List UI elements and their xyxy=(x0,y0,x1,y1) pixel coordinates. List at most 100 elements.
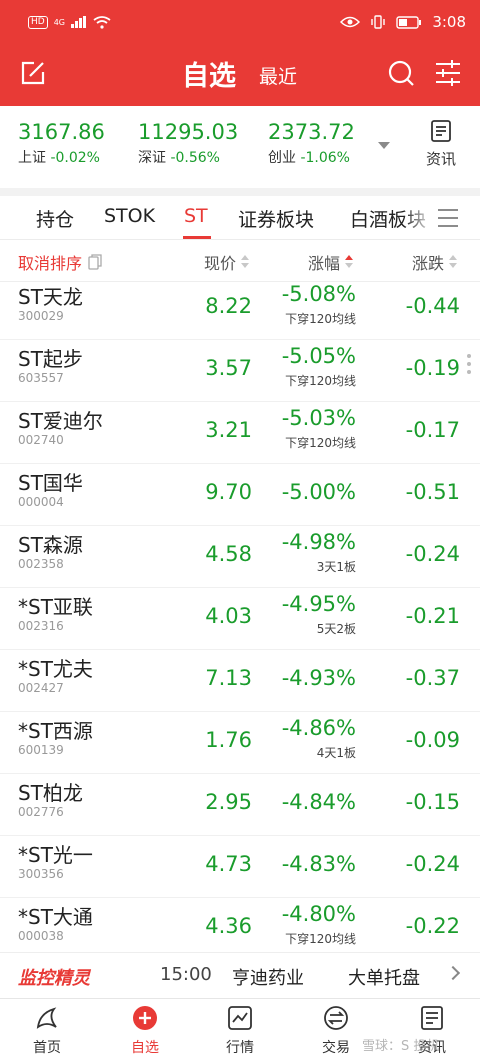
stock-price: 4.58 xyxy=(205,542,252,566)
tab-fade xyxy=(404,196,434,239)
column-change-pct-label: 涨幅 xyxy=(308,254,341,273)
stock-change: -0.15 xyxy=(405,790,460,814)
stock-row[interactable]: *ST西源 600139 1.76 -4.86% -0.09 4天1板 xyxy=(0,712,480,774)
network-badge: HD xyxy=(28,15,48,29)
column-price[interactable]: 现价 xyxy=(204,250,250,274)
stock-name: *ST大通 xyxy=(18,905,93,929)
tab-st[interactable]: ST xyxy=(184,205,208,227)
stock-change: -0.22 xyxy=(405,914,460,938)
news-button[interactable]: 资讯 xyxy=(420,120,462,169)
chart-icon xyxy=(228,1006,252,1030)
divider xyxy=(0,188,480,196)
stock-row[interactable]: *ST光一 300356 4.73 -4.83% -0.24 xyxy=(0,836,480,898)
copy-icon xyxy=(88,254,102,270)
stock-change-pct: -5.00% xyxy=(281,480,356,504)
stock-price: 8.22 xyxy=(205,294,252,318)
status-bar: HD 4G 3:08 xyxy=(0,0,480,44)
column-change[interactable]: 涨跌 xyxy=(412,250,458,274)
stock-change-pct: -5.08% xyxy=(281,282,356,306)
index-strip: 3167.86 上证 -0.02% 11295.03 深证 -0.56% 237… xyxy=(0,106,480,188)
index-shenzhen[interactable]: 11295.03 深证 -0.56% xyxy=(138,120,238,167)
stock-signal-tag: 5天2板 xyxy=(316,622,356,636)
home-icon xyxy=(36,1007,57,1029)
stock-change-pct: -5.03% xyxy=(281,406,356,430)
stock-code: 000004 xyxy=(18,495,64,509)
stock-row[interactable]: ST天龙 300029 8.22 -5.08% -0.44 下穿120均线 xyxy=(0,282,480,340)
stock-signal-tag: 下穿120均线 xyxy=(285,436,356,450)
stock-name: *ST亚联 xyxy=(18,595,93,619)
stock-code: 603557 xyxy=(18,371,64,385)
stock-change: -0.21 xyxy=(405,604,460,628)
index-change: -0.02% xyxy=(50,150,100,166)
monitor-bar[interactable]: 监控精灵 15:00 亨迪药业 大单托盘 xyxy=(0,952,480,998)
monitor-time: 15:00 xyxy=(160,964,212,985)
sort-icon xyxy=(449,255,458,269)
plus-circle-icon xyxy=(133,1006,157,1030)
stock-change-pct: -4.95% xyxy=(281,592,356,616)
stock-price: 3.57 xyxy=(205,356,252,380)
stock-signal-tag: 下穿120均线 xyxy=(285,374,356,388)
stock-row[interactable]: ST柏龙 002776 2.95 -4.84% -0.15 xyxy=(0,774,480,836)
search-icon[interactable] xyxy=(387,59,415,87)
scroll-handle[interactable] xyxy=(466,354,472,378)
nav-label: 交易 xyxy=(322,1040,350,1056)
cancel-sort-button[interactable]: 取消排序 xyxy=(18,250,102,274)
stock-code: 002740 xyxy=(18,433,64,447)
column-price-label: 现价 xyxy=(204,254,237,273)
stock-name: *ST西源 xyxy=(18,719,93,743)
stock-name: ST国华 xyxy=(18,471,83,495)
sort-icon xyxy=(241,255,250,269)
stock-change-pct: -5.05% xyxy=(281,344,356,368)
expand-indices-icon[interactable] xyxy=(378,142,390,149)
stock-price: 1.76 xyxy=(205,728,252,752)
stock-name: ST爱迪尔 xyxy=(18,409,103,433)
stock-list: ST天龙 300029 8.22 -5.08% -0.44 下穿120均线 ST起步 6035… xyxy=(0,282,480,952)
cancel-sort-label: 取消排序 xyxy=(18,254,83,273)
index-shanghai[interactable]: 3167.86 上证 -0.02% xyxy=(18,120,105,167)
stock-code: 300029 xyxy=(18,309,64,323)
nav-label: 自选 xyxy=(131,1040,159,1056)
stock-row[interactable]: *ST亚联 002316 4.03 -4.95% -0.21 5天2板 xyxy=(0,588,480,650)
stock-row[interactable]: ST爱迪尔 002740 3.21 -5.03% -0.17 下穿120均线 xyxy=(0,402,480,464)
tab-menu-icon[interactable] xyxy=(436,206,460,230)
stock-row[interactable]: ST起步 603557 3.57 -5.05% -0.19 下穿120均线 xyxy=(0,340,480,402)
index-change: -0.56% xyxy=(170,150,220,166)
network-type: 4G xyxy=(53,17,65,27)
index-chinext[interactable]: 2373.72 创业 -1.06% xyxy=(268,120,355,167)
document-icon xyxy=(421,1006,443,1030)
stock-change: -0.19 xyxy=(405,356,460,380)
stock-change: -0.09 xyxy=(405,728,460,752)
column-change-label: 涨跌 xyxy=(412,254,445,273)
wifi-icon xyxy=(93,15,111,29)
nav-market[interactable]: 行情 xyxy=(205,1005,275,1057)
nav-watchlist[interactable]: 自选 xyxy=(110,1005,180,1057)
stock-row[interactable]: *ST尤夫 002427 7.13 -4.93% -0.37 xyxy=(0,650,480,712)
edit-icon[interactable] xyxy=(20,60,46,86)
active-tab-indicator xyxy=(183,236,211,239)
tab-stok[interactable]: STOK xyxy=(104,205,155,227)
stock-price: 4.36 xyxy=(205,914,252,938)
nav-home[interactable]: 首页 xyxy=(12,1005,82,1057)
stock-name: ST柏龙 xyxy=(18,781,83,805)
stock-change-pct: -4.98% xyxy=(281,530,356,554)
index-change: -1.06% xyxy=(300,150,350,166)
settings-sliders-icon[interactable] xyxy=(434,59,462,87)
index-value: 2373.72 xyxy=(268,120,355,144)
stock-row[interactable]: *ST大通 000038 4.36 -4.80% -0.22 下穿120均线 xyxy=(0,898,480,952)
stock-change-pct: -4.86% xyxy=(281,716,356,740)
nav-trade[interactable]: 交易 xyxy=(301,1005,371,1057)
stock-row[interactable]: ST国华 000004 9.70 -5.00% -0.51 xyxy=(0,464,480,526)
page-title[interactable]: 自选 xyxy=(182,54,236,93)
stock-change: -0.17 xyxy=(405,418,460,442)
app-header: HD 4G 3:08 自选 最近 xyxy=(0,0,480,106)
recent-tab[interactable]: 最近 xyxy=(259,62,297,89)
stock-price: 3.21 xyxy=(205,418,252,442)
watermark: 雪球：S 投机 xyxy=(362,1039,440,1054)
monitor-event: 大单托盘 xyxy=(348,968,420,989)
news-label: 资讯 xyxy=(425,150,456,168)
column-change-pct[interactable]: 涨幅 xyxy=(308,250,354,274)
stock-row[interactable]: ST森源 002358 4.58 -4.98% -0.24 3天1板 xyxy=(0,526,480,588)
tab-securities[interactable]: 证券板块 xyxy=(238,205,314,232)
tab-holdings[interactable]: 持仓 xyxy=(36,205,74,232)
stock-change: -0.51 xyxy=(405,480,460,504)
